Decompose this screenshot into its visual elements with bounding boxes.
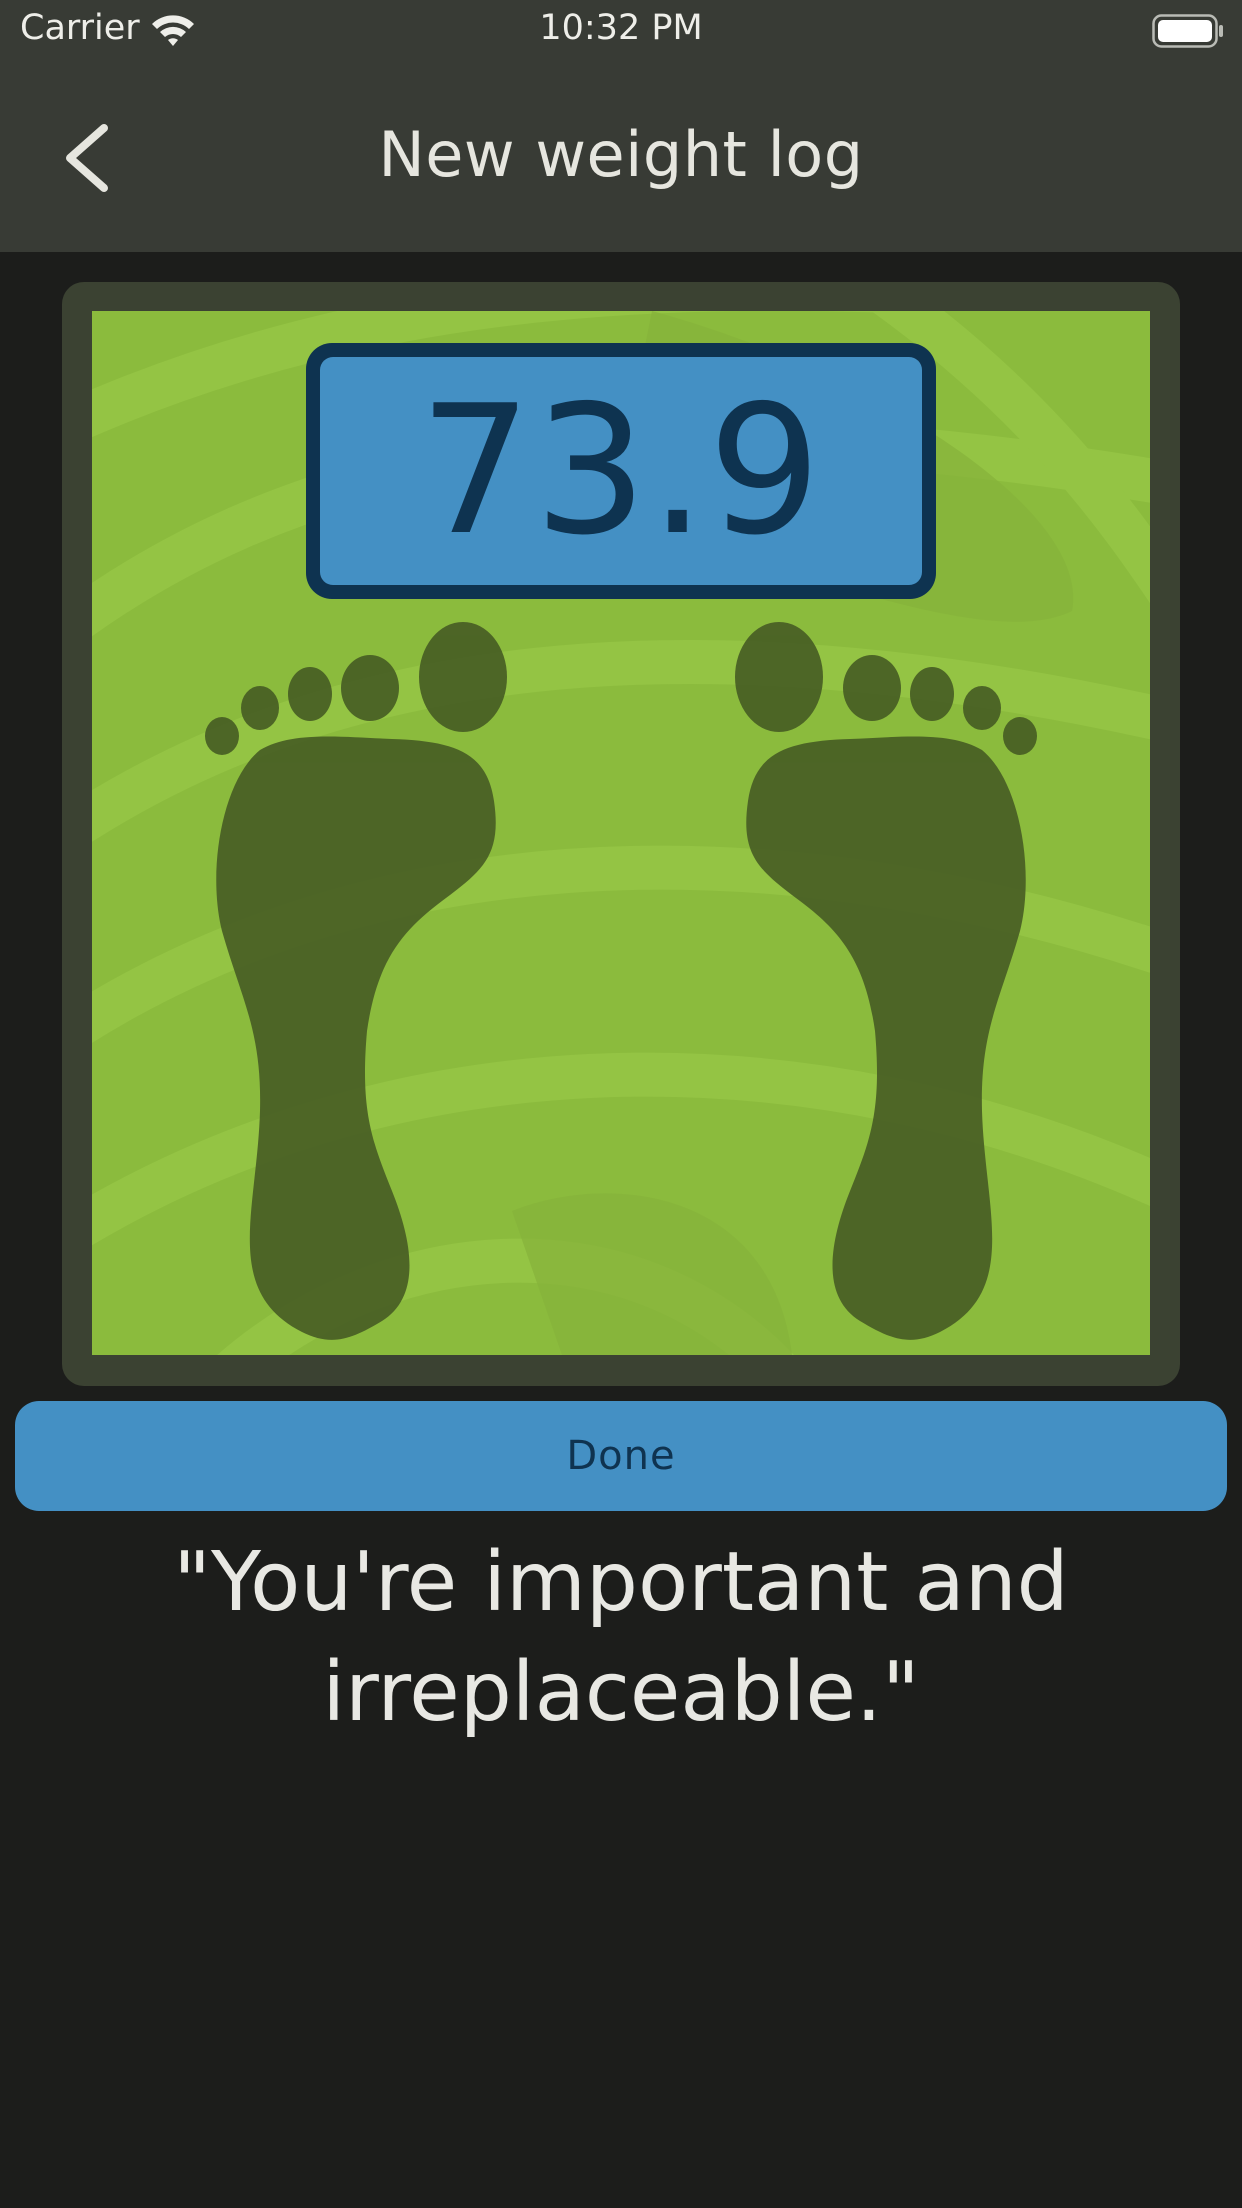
- navigation-bar: New weight log: [0, 62, 1242, 252]
- scale-display: 73.9: [306, 343, 936, 599]
- done-button[interactable]: Done: [15, 1401, 1227, 1511]
- page-title: New weight log: [378, 118, 864, 191]
- status-time: 10:32 PM: [539, 8, 703, 48]
- battery-icon: [1152, 14, 1223, 48]
- motivational-quote: "You're important and irreplaceable.": [173, 1535, 1069, 1740]
- weight-reading: 73.9: [320, 357, 922, 585]
- status-bar: Carrier 10:32 PM: [0, 0, 1242, 62]
